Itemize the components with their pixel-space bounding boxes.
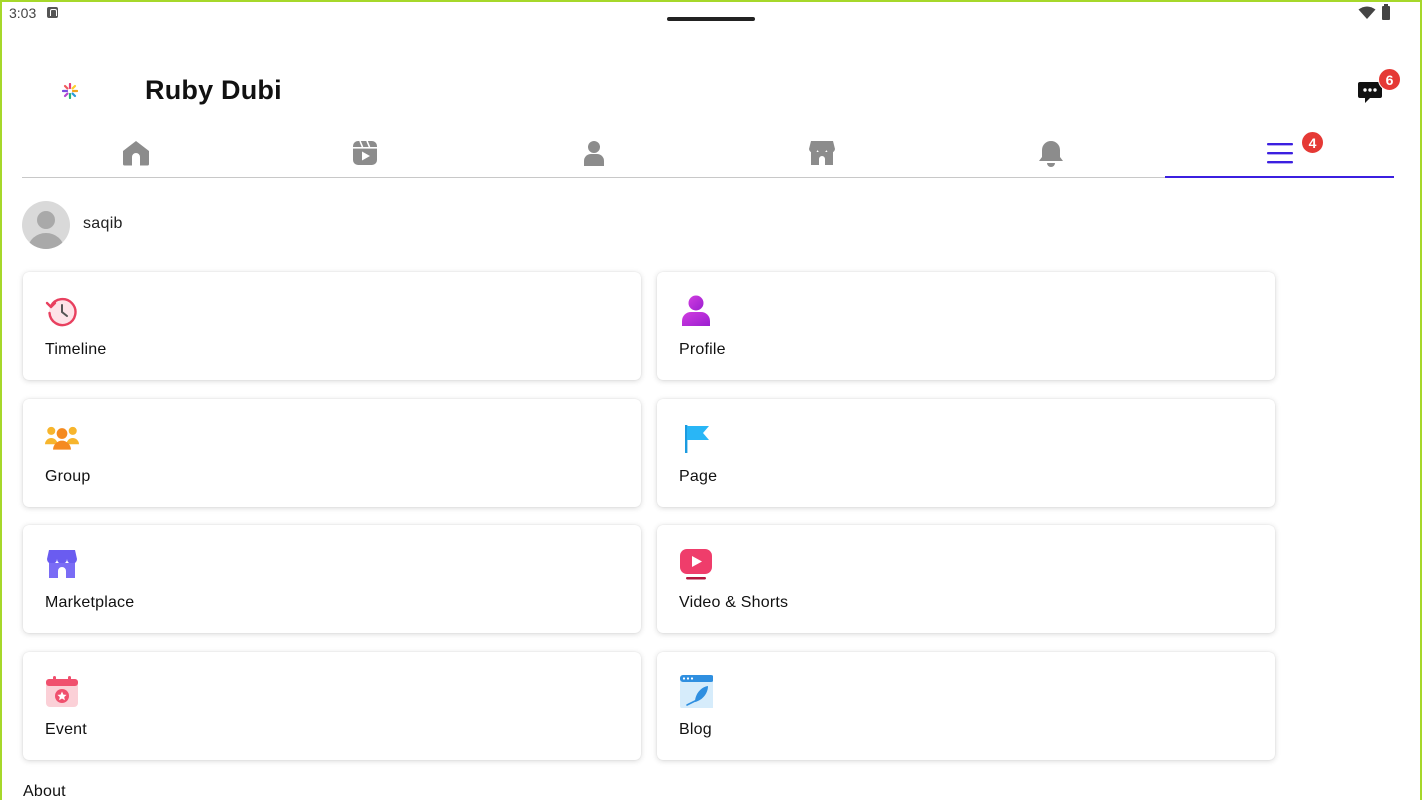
menu-card-label: Event <box>45 721 87 738</box>
avatar-placeholder-icon <box>28 211 64 249</box>
video-play-icon <box>680 549 712 580</box>
menu-card-label: Page <box>679 468 718 485</box>
menu-icon <box>1266 142 1293 163</box>
timeline-icon <box>45 297 77 327</box>
tab-bar <box>22 128 1394 178</box>
person-icon <box>583 140 604 166</box>
menu-card-label: Marketplace <box>45 594 135 611</box>
home-icon <box>123 140 150 165</box>
about-section-title: About <box>23 783 66 800</box>
accessibility-icon <box>47 7 58 18</box>
wifi-icon <box>1358 6 1376 19</box>
tab-videos[interactable] <box>251 128 480 177</box>
menu-card-video-shorts[interactable]: Video & Shorts <box>657 525 1275 633</box>
menu-card-label: Video & Shorts <box>679 594 789 611</box>
menu-card-page[interactable]: Page <box>657 399 1275 507</box>
group-icon <box>45 426 79 450</box>
battery-icon <box>1382 4 1390 20</box>
app-title: Ruby Dubi <box>145 75 282 105</box>
menu-card-label: Timeline <box>45 341 107 358</box>
tab-marketplace[interactable] <box>708 128 937 177</box>
tab-profile[interactable] <box>479 128 708 177</box>
tab-home[interactable] <box>22 128 251 177</box>
avatar[interactable] <box>22 201 70 249</box>
menu-card-timeline[interactable]: Timeline <box>23 272 641 380</box>
menu-card-blog[interactable]: Blog <box>657 652 1275 760</box>
app-logo-icon <box>62 83 78 99</box>
camera-pill <box>667 17 755 21</box>
tab-menu[interactable] <box>1165 128 1394 178</box>
menu-card-marketplace[interactable]: Marketplace <box>23 525 641 633</box>
messages-badge: 6 <box>1378 68 1401 91</box>
menu-card-label: Blog <box>679 721 712 738</box>
status-bar: 3:03 <box>0 0 1422 28</box>
menu-card-group[interactable]: Group <box>23 399 641 507</box>
calendar-icon <box>46 676 78 707</box>
status-time: 3:03 <box>9 5 37 21</box>
menu-card-label: Profile <box>679 341 726 358</box>
menu-card-profile[interactable]: Profile <box>657 272 1275 380</box>
bell-icon <box>1039 140 1064 167</box>
profile-icon <box>682 295 710 326</box>
menu-badge: 4 <box>1301 131 1324 154</box>
menu-card-event[interactable]: Event <box>23 652 641 760</box>
marketplace-icon <box>47 550 77 578</box>
video-icon <box>353 140 377 165</box>
tab-notifications[interactable] <box>937 128 1166 177</box>
flag-icon <box>685 425 709 453</box>
username[interactable]: saqib <box>83 215 123 233</box>
menu-card-label: Group <box>45 468 91 485</box>
blog-icon <box>680 675 713 708</box>
store-icon <box>809 140 836 165</box>
